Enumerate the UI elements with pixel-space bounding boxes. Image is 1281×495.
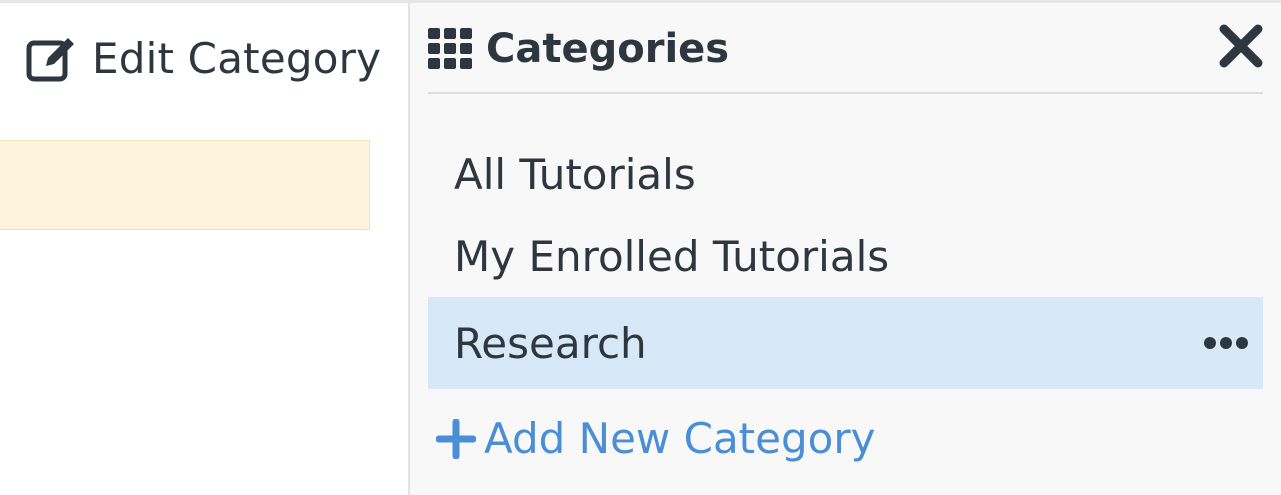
page-title: Edit Category	[92, 34, 382, 83]
category-item-all-tutorials[interactable]: All Tutorials	[428, 133, 1263, 215]
plus-icon	[436, 419, 476, 459]
edit-icon	[26, 38, 74, 82]
panel-title: Categories	[486, 26, 730, 72]
categories-panel: Categories All Tutorials My Enrolled Tut…	[410, 3, 1281, 495]
category-item-my-enrolled-tutorials[interactable]: My Enrolled Tutorials	[428, 215, 1263, 297]
header-divider	[428, 92, 1263, 94]
add-category-label: Add New Category	[484, 414, 876, 463]
category-label: Research	[454, 318, 647, 368]
grid-icon	[428, 28, 472, 69]
close-button[interactable]	[1218, 23, 1264, 69]
notice-box	[0, 140, 370, 230]
more-horizontal-icon[interactable]	[1203, 336, 1249, 350]
category-item-research[interactable]: Research	[428, 297, 1263, 389]
close-icon	[1219, 24, 1263, 68]
category-list: All Tutorials My Enrolled Tutorials Rese…	[428, 133, 1263, 389]
edit-category-pane: Edit Category	[0, 3, 408, 495]
edit-category-header: Edit Category	[26, 33, 381, 85]
add-category-link[interactable]: Add New Category	[436, 411, 875, 467]
category-label: All Tutorials	[454, 149, 696, 199]
categories-header: Categories	[428, 25, 729, 73]
category-label: My Enrolled Tutorials	[454, 231, 890, 281]
